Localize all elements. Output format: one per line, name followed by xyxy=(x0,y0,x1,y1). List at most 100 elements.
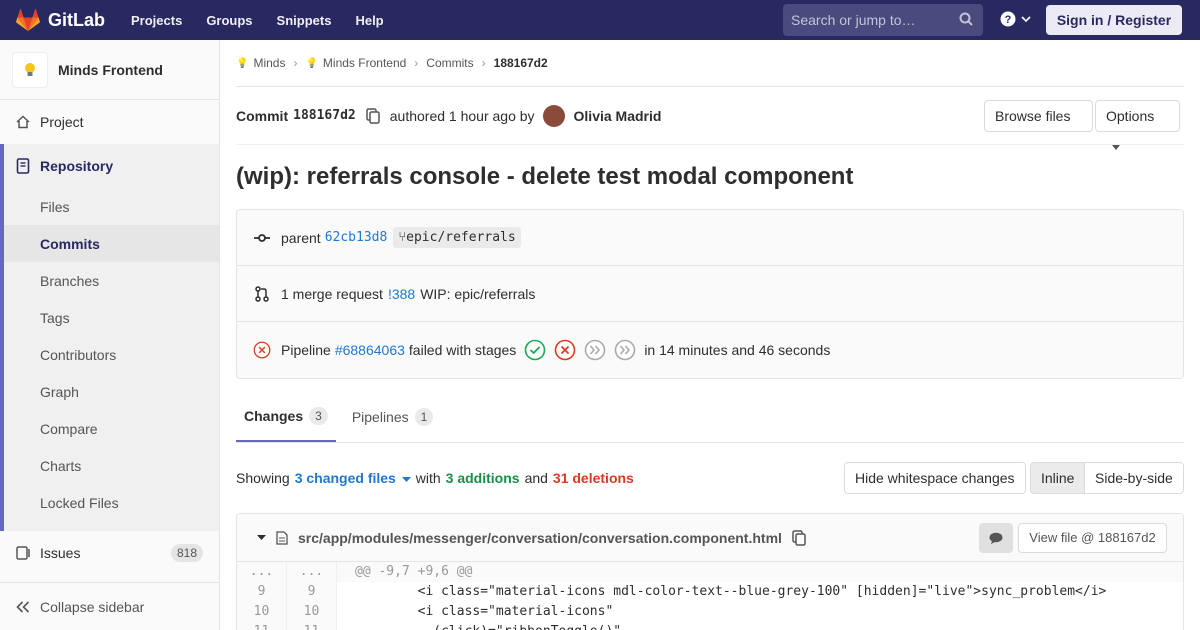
side-by-side-view-button[interactable]: Side-by-side xyxy=(1084,462,1184,494)
diff-body: ... ... @@ -9,7 +9,6 @@ 9 9 <i class="ma… xyxy=(237,562,1183,630)
nav-groups[interactable]: Groups xyxy=(206,13,252,28)
tab-changes[interactable]: Changes 3 xyxy=(236,392,336,442)
diff-file: src/app/modules/messenger/conversation/c… xyxy=(236,513,1184,630)
sidebar-item-contributors[interactable]: Contributors xyxy=(4,336,219,373)
commit-tabs: Changes 3 Pipelines 1 xyxy=(236,379,1184,443)
sidebar-item-repository[interactable]: Repository xyxy=(4,144,219,188)
chevron-right-icon: › xyxy=(293,56,298,70)
author-name[interactable]: Olivia Madrid xyxy=(574,108,662,124)
sidebar-item-issues[interactable]: Issues 818 xyxy=(0,531,219,575)
new-line-number[interactable]: 9 xyxy=(287,582,337,602)
breadcrumb-minds[interactable]: Minds xyxy=(253,56,285,70)
collapse-caret-icon[interactable] xyxy=(257,534,266,541)
tab-count-badge: 3 xyxy=(309,407,328,425)
copy-icon[interactable] xyxy=(366,107,380,124)
sidebar-item-branches[interactable]: Branches xyxy=(4,262,219,299)
tab-label: Changes xyxy=(244,408,304,424)
sign-in-button[interactable]: Sign in / Register xyxy=(1046,5,1182,35)
pipeline-status: failed with stages xyxy=(408,342,517,358)
sidebar-item-compare[interactable]: Compare xyxy=(4,410,219,447)
question-icon: ? xyxy=(1000,11,1016,27)
new-line-number[interactable]: 11 xyxy=(287,622,337,630)
commit-sha: 188167d2 xyxy=(293,108,356,123)
search-placeholder: Search or jump to… xyxy=(791,12,916,28)
merge-request-count: 1 merge request xyxy=(281,285,383,302)
copy-icon[interactable] xyxy=(792,529,806,546)
file-icon xyxy=(276,530,288,545)
stage-success-icon[interactable] xyxy=(524,339,546,361)
parent-sha-link[interactable]: 62cb13d8 xyxy=(325,230,388,245)
options-dropdown[interactable]: Options xyxy=(1095,100,1180,150)
nav-projects[interactable]: Projects xyxy=(131,13,182,28)
old-line-number[interactable]: 10 xyxy=(237,602,287,622)
sidebar-item-files[interactable]: Files xyxy=(4,188,219,225)
with-label: with xyxy=(415,470,441,486)
tab-pipelines[interactable]: Pipelines 1 xyxy=(344,392,442,442)
sidebar-item-charts[interactable]: Charts xyxy=(4,447,219,484)
breadcrumb-commits[interactable]: Commits xyxy=(426,56,473,70)
stage-skipped-icon[interactable] xyxy=(584,339,606,361)
diff-line: 10 10 <i class="material-icons" xyxy=(237,602,1183,622)
additions-count: 3 additions xyxy=(445,470,520,486)
author-avatar[interactable] xyxy=(542,104,565,127)
merge-request-link[interactable]: !388 xyxy=(388,286,415,302)
sidebar-project-header[interactable]: Minds Frontend xyxy=(0,40,219,100)
gitlab-fox-icon xyxy=(16,9,40,31)
tab-label: Pipelines xyxy=(351,409,409,425)
old-line-number[interactable]: 11 xyxy=(237,622,287,630)
pipeline-link[interactable]: #68864063 xyxy=(335,342,405,358)
sidebar-item-tags[interactable]: Tags xyxy=(4,299,219,336)
changed-files-dropdown[interactable]: 3 changed files xyxy=(295,470,411,486)
repository-icon xyxy=(16,158,30,174)
commit-icon xyxy=(253,233,271,243)
pipeline-label: Pipeline xyxy=(281,342,331,358)
breadcrumb: 💡 Minds › 💡 Minds Frontend › Commits › 1… xyxy=(236,40,1184,87)
group-avatar-icon: 💡 xyxy=(236,57,249,69)
help-dropdown[interactable]: ? xyxy=(1000,11,1032,27)
breadcrumb-current[interactable]: 188167d2 xyxy=(494,56,548,70)
code-line: <i class="material-icons" xyxy=(355,604,614,619)
top-nav-links: Projects Groups Snippets Help xyxy=(131,13,408,28)
new-line-number[interactable]: ... xyxy=(287,562,337,582)
sidebar-item-commits[interactable]: Commits xyxy=(4,225,219,262)
sidebar-item-locked-files[interactable]: Locked Files xyxy=(4,484,219,521)
pipeline-failed-icon xyxy=(253,339,271,361)
pipeline-row: Pipeline #68864063 failed with stages in… xyxy=(237,322,1183,378)
view-file-button[interactable]: View file @ 188167d2 xyxy=(1018,523,1167,553)
merge-request-title: WIP: epic/referrals xyxy=(420,285,536,302)
nav-help[interactable]: Help xyxy=(355,13,383,28)
inline-view-button[interactable]: Inline xyxy=(1030,462,1085,494)
issues-count-badge: 818 xyxy=(170,544,203,562)
nav-snippets[interactable]: Snippets xyxy=(277,13,332,28)
svg-text:?: ? xyxy=(1005,14,1012,26)
comment-toggle-button[interactable] xyxy=(979,523,1013,553)
new-line-number[interactable]: 10 xyxy=(287,602,337,622)
old-line-number[interactable]: ... xyxy=(237,562,287,582)
file-path[interactable]: src/app/modules/messenger/conversation/c… xyxy=(298,530,782,546)
tab-count-badge: 1 xyxy=(414,408,434,426)
stage-failed-icon[interactable] xyxy=(554,339,576,361)
gitlab-logo[interactable]: GitLab xyxy=(16,9,105,31)
code-line: (click)="ribbonToggle()" xyxy=(337,622,621,630)
sidebar-item-project[interactable]: Project xyxy=(0,100,219,144)
lightbulb-icon xyxy=(25,62,35,76)
merge-request-row: 1 merge request !388 WIP: epic/referrals xyxy=(237,266,1183,322)
breadcrumb-project[interactable]: Minds Frontend xyxy=(323,56,406,70)
commit-title: (wip): referrals console - delete test m… xyxy=(236,163,854,190)
project-avatar xyxy=(12,51,48,88)
and-label: and xyxy=(524,470,548,486)
search-input[interactable]: Search or jump to… xyxy=(783,4,983,36)
chevron-right-icon: › xyxy=(414,56,419,70)
hide-whitespace-button[interactable]: Hide whitespace changes xyxy=(844,462,1026,494)
commit-label: Commit xyxy=(236,107,289,124)
old-line-number[interactable]: 9 xyxy=(237,582,287,602)
authored-text: authored 1 hour ago by xyxy=(389,107,535,124)
browse-files-button[interactable]: Browse files xyxy=(984,100,1093,132)
stage-skipped-icon[interactable] xyxy=(614,339,636,361)
collapse-sidebar-button[interactable]: Collapse sidebar xyxy=(0,582,219,630)
project-name: Minds Frontend xyxy=(58,61,163,78)
project-avatar-icon: 💡 xyxy=(305,57,318,69)
sidebar-item-graph[interactable]: Graph xyxy=(4,373,219,410)
diff-line: ... ... @@ -9,7 +9,6 @@ xyxy=(237,562,1183,582)
branch-ref[interactable]: ⑂epic/referrals xyxy=(393,227,521,248)
